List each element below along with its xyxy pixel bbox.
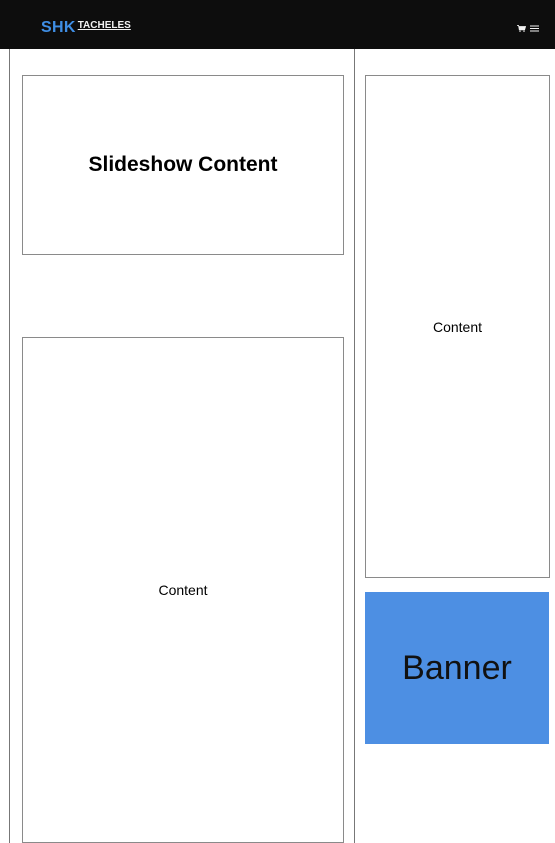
slideshow-label: Slideshow Content — [88, 153, 278, 176]
menu-icon[interactable] — [530, 25, 539, 32]
banner-label: Banner — [402, 648, 512, 687]
cart-icon[interactable] — [517, 25, 526, 32]
site-logo[interactable]: SHK TACHELES — [41, 19, 131, 37]
main-content-box: Content — [22, 337, 344, 843]
slideshow-box[interactable]: Slideshow Content — [22, 75, 344, 255]
logo-shk-text: SHK — [41, 19, 76, 36]
logo-tacheles-text: TACHELES — [77, 20, 131, 31]
left-page-border — [9, 49, 10, 843]
header-icons — [517, 25, 539, 32]
sidebar-content-label: Content — [432, 318, 483, 335]
column-divider — [354, 49, 355, 843]
main-content-label: Content — [158, 582, 208, 598]
banner[interactable]: Banner — [365, 592, 549, 744]
header-bar: SHK TACHELES — [0, 0, 555, 49]
sidebar-content-box: Content — [365, 75, 550, 578]
